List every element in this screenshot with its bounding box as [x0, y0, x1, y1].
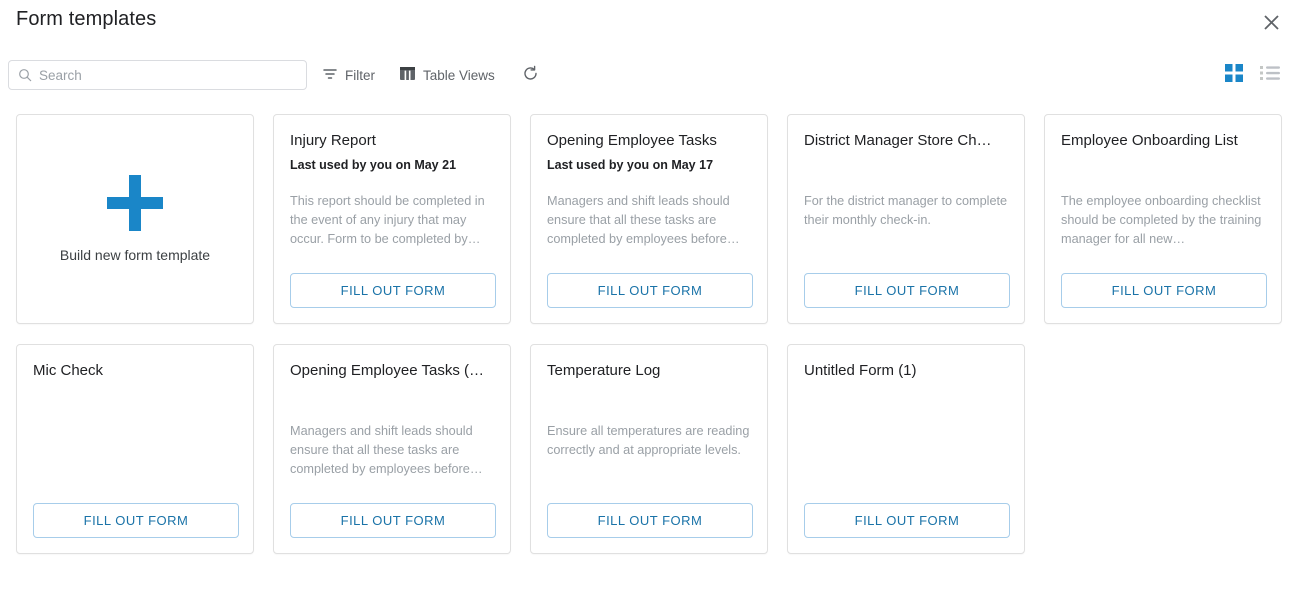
fill-out-form-button[interactable]: FILL OUT FORM — [1061, 273, 1267, 308]
card-last-used: Last used by you on May 21 — [290, 158, 457, 172]
search-input[interactable] — [39, 62, 306, 88]
fill-out-form-button[interactable]: FILL OUT FORM — [547, 273, 753, 308]
table-views-label: Table Views — [423, 67, 495, 83]
close-icon — [1263, 14, 1280, 31]
fill-out-form-button[interactable]: FILL OUT FORM — [804, 503, 1010, 538]
filter-label: Filter — [345, 67, 375, 83]
card-description: Managers and shift leads should ensure t… — [290, 424, 483, 476]
close-button[interactable] — [1258, 9, 1284, 35]
card-title: Mic Check — [33, 362, 104, 379]
table-columns-icon — [399, 65, 416, 85]
filter-icon — [322, 66, 338, 85]
template-card[interactable]: Opening Employee Tasks Last used by you … — [530, 114, 768, 324]
card-description: Ensure all temperatures are reading corr… — [547, 424, 750, 457]
list-view-toggle[interactable] — [1256, 60, 1284, 90]
template-card[interactable]: Untitled Form (1) FILL OUT FORM — [787, 344, 1025, 554]
card-title: Injury Report — [290, 132, 376, 149]
toolbar: Filter Table Views — [0, 48, 1308, 104]
template-card[interactable]: District Manager Store Ch… For the distr… — [787, 114, 1025, 324]
filter-button[interactable]: Filter — [322, 60, 375, 90]
fill-out-form-button[interactable]: FILL OUT FORM — [290, 273, 496, 308]
template-card[interactable]: Injury Report Last used by you on May 21… — [273, 114, 511, 324]
search-icon — [18, 68, 32, 82]
card-title: Temperature Log — [547, 362, 661, 379]
card-title: Untitled Form (1) — [804, 362, 917, 379]
dialog-header: Form templates — [0, 0, 1308, 48]
table-views-button[interactable]: Table Views — [399, 60, 495, 90]
card-description: Managers and shift leads should ensure t… — [547, 194, 740, 246]
grid-view-toggle[interactable] — [1220, 60, 1248, 90]
fill-out-form-button[interactable]: FILL OUT FORM — [804, 273, 1010, 308]
card-description: For the district manager to complete the… — [804, 194, 1008, 227]
fill-out-form-button[interactable]: FILL OUT FORM — [547, 503, 753, 538]
search-box[interactable] — [8, 60, 307, 90]
page-title: Form templates — [16, 8, 157, 30]
card-title: Opening Employee Tasks (… — [290, 362, 484, 379]
list-view-icon — [1260, 65, 1280, 86]
fill-out-form-button[interactable]: FILL OUT FORM — [33, 503, 239, 538]
form-templates-dialog: Form templates Search Filter Table Views… — [0, 0, 1308, 604]
template-card-grid: Build new form template Injury Report La… — [16, 114, 1292, 554]
fill-out-form-button[interactable]: FILL OUT FORM — [290, 503, 496, 538]
template-card[interactable]: Opening Employee Tasks (… Managers and s… — [273, 344, 511, 554]
card-last-used: Last used by you on May 17 — [547, 158, 714, 172]
template-card[interactable]: Employee Onboarding List The employee on… — [1044, 114, 1282, 324]
refresh-button[interactable] — [518, 60, 542, 90]
card-description: The employee onboarding checklist should… — [1061, 194, 1262, 246]
card-title: District Manager Store Ch… — [804, 132, 992, 149]
plus-icon — [107, 175, 163, 231]
card-description: This report should be completed in the e… — [290, 194, 485, 246]
card-title: Opening Employee Tasks — [547, 132, 717, 149]
build-new-form-template-label: Build new form template — [59, 247, 211, 263]
template-card[interactable]: Mic Check FILL OUT FORM — [16, 344, 254, 554]
card-title: Employee Onboarding List — [1061, 132, 1238, 149]
build-new-form-template-card[interactable]: Build new form template — [16, 114, 254, 324]
template-card[interactable]: Temperature Log Ensure all temperatures … — [530, 344, 768, 554]
refresh-icon — [522, 65, 539, 85]
grid-view-icon — [1225, 63, 1243, 87]
